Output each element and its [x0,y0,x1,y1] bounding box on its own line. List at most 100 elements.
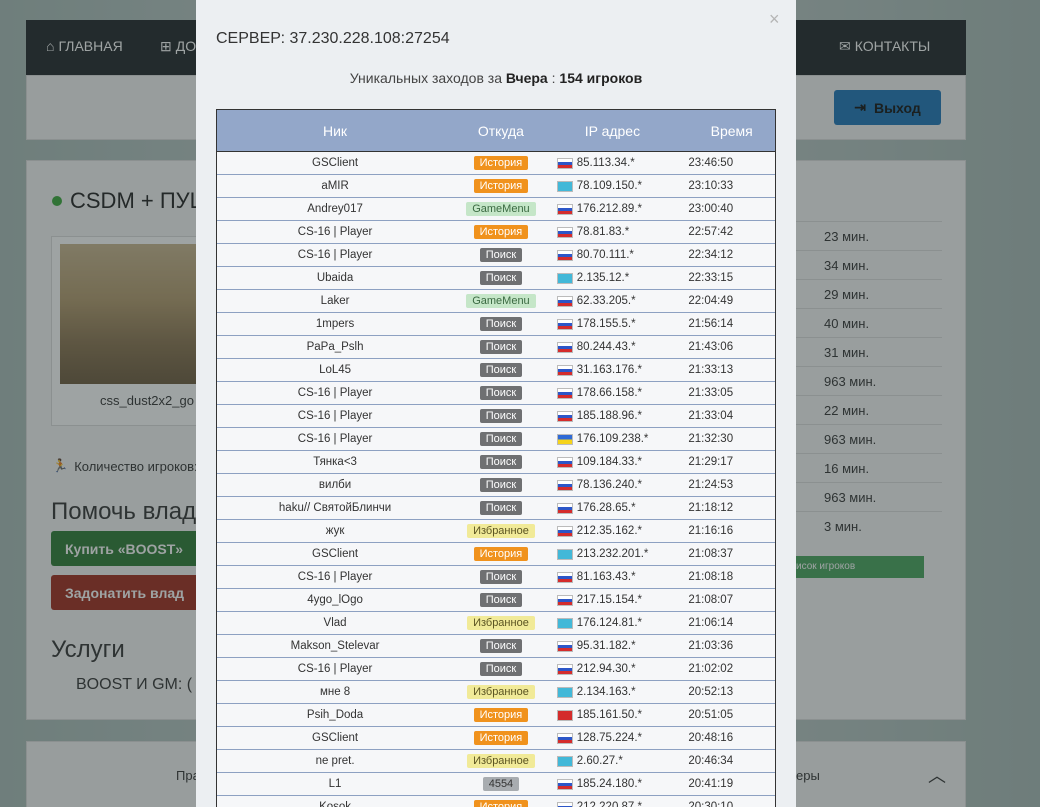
source-badge: Поиск [479,317,523,331]
source-cell: История [453,156,549,170]
player-nick: ne pret. [315,755,355,767]
source-badge: Поиск [479,478,523,492]
table-row: Andrey017 GameMenu 176.212.89.* 23:00:40 [217,198,775,221]
ip-address: 128.75.224.* [576,732,642,744]
visit-time: 21:03:36 [688,640,734,652]
visit-time: 21:16:16 [688,525,734,537]
ip-address: 78.109.150.* [576,180,642,192]
player-nick: LoL45 [319,364,352,376]
ip-address: 95.31.182.* [576,640,636,652]
table-row: CS-16 | Player Поиск 80.70.111.* 22:34:12 [217,244,775,267]
source-cell: История [453,708,549,722]
source-badge: Избранное [467,754,535,768]
flag-icon [556,387,573,399]
player-nick: жук [325,525,345,537]
player-nick: CS-16 | Player [297,249,373,261]
column-ip: IP адрес [584,122,641,139]
source-cell: Поиск [453,593,549,607]
visit-time: 21:18:12 [688,502,734,514]
source-cell: Поиск [453,570,549,584]
source-cell: Поиск [453,639,549,653]
ip-cell: 176.212.89.* [549,203,677,215]
visit-time: 21:33:04 [688,410,734,422]
source-badge: Поиск [479,455,523,469]
source-badge: Поиск [479,432,523,446]
source-cell: Поиск [453,478,549,492]
visit-time: 20:46:34 [688,755,734,767]
table-row: GSClient История 85.113.34.* 23:46:50 [217,152,775,175]
source-badge: История [473,156,529,170]
visit-time: 21:06:14 [688,617,734,629]
source-badge: GameMenu [466,294,536,308]
flag-icon [556,709,573,721]
table-row: haku// СвятойБлинчи Поиск 176.28.65.* 21:18… [217,497,775,520]
source-cell: Поиск [453,432,549,446]
ip-cell: 80.244.43.* [549,341,677,353]
ip-cell: 212.35.162.* [549,525,677,537]
source-cell: Поиск [453,340,549,354]
player-nick: мне 8 [319,686,351,698]
table-row: L1 4554 185.24.180.* 20:41:19 [217,773,775,796]
table-row: CS-16 | Player Поиск 185.188.96.* 21:33:04 [217,405,775,428]
subtitle-day: Вчера [505,70,548,86]
visits-table: Ник Откуда IP адрес Время GSClient Истори… [216,109,776,807]
source-badge: Поиск [479,409,523,423]
ip-cell: 128.75.224.* [549,732,677,744]
table-row: 4ygo_lOgo Поиск 217.15.154.* 21:08:07 [217,589,775,612]
flag-icon [556,755,573,767]
source-cell: Поиск [453,501,549,515]
player-nick: CS-16 | Player [297,571,373,583]
source-cell: Избранное [453,524,549,538]
source-badge: Поиск [479,501,523,515]
ip-address: 178.66.158.* [576,387,642,399]
visit-time: 20:52:13 [688,686,734,698]
flag-icon [556,180,573,192]
source-cell: GameMenu [453,294,549,308]
flag-icon [556,502,573,514]
source-cell: Избранное [453,754,549,768]
ip-address: 178.155.5.* [576,318,636,330]
flag-icon [556,341,573,353]
ip-cell: 78.109.150.* [549,180,677,192]
table-row: 1mpers Поиск 178.155.5.* 21:56:14 [217,313,775,336]
ip-address: 176.124.81.* [576,617,642,629]
ip-cell: 109.184.33.* [549,456,677,468]
flag-icon [556,732,573,744]
visit-time: 20:41:19 [688,778,734,790]
table-row: жук Избранное 212.35.162.* 21:16:16 [217,520,775,543]
player-nick: Psih_Doda [306,709,364,721]
ip-cell: 185.161.50.* [549,709,677,721]
player-nick: Kosok [319,801,352,807]
close-icon[interactable]: × [769,9,780,30]
ip-address: 176.28.65.* [576,502,636,514]
player-nick: Ubaida [316,272,354,284]
visit-time: 22:33:15 [688,272,734,284]
table-row: PaPa_Pslh Поиск 80.244.43.* 21:43:06 [217,336,775,359]
column-from: Откуда [477,122,524,139]
ip-address: 212.220.87.* [576,801,642,807]
ip-address: 176.212.89.* [576,203,642,215]
player-nick: 1mpers [315,318,355,330]
subtitle-prefix: Уникальных заходов за [349,70,506,86]
source-badge: История [473,179,529,193]
source-cell: Поиск [453,248,549,262]
table-row: CS-16 | Player Поиск 81.163.43.* 21:08:18 [217,566,775,589]
ip-address: 2.60.27.* [576,755,623,767]
ip-cell: 85.113.34.* [549,157,677,169]
ip-cell: 213.232.201.* [549,548,677,560]
source-badge: Поиск [479,363,523,377]
visit-time: 21:08:07 [688,594,734,606]
source-cell: Поиск [453,455,549,469]
ip-cell: 185.188.96.* [549,410,677,422]
source-badge: Поиск [479,386,523,400]
flag-icon [556,525,573,537]
visit-time: 22:04:49 [688,295,734,307]
table-row: Kosok История 212.220.87.* 20:30:10 [217,796,775,807]
player-nick: CS-16 | Player [297,226,373,238]
flag-icon [556,203,573,215]
source-cell: Поиск [453,662,549,676]
flag-icon [556,226,573,238]
source-badge: Поиск [479,248,523,262]
visit-time: 22:57:42 [688,226,734,238]
table-row: GSClient История 213.232.201.* 21:08:37 [217,543,775,566]
